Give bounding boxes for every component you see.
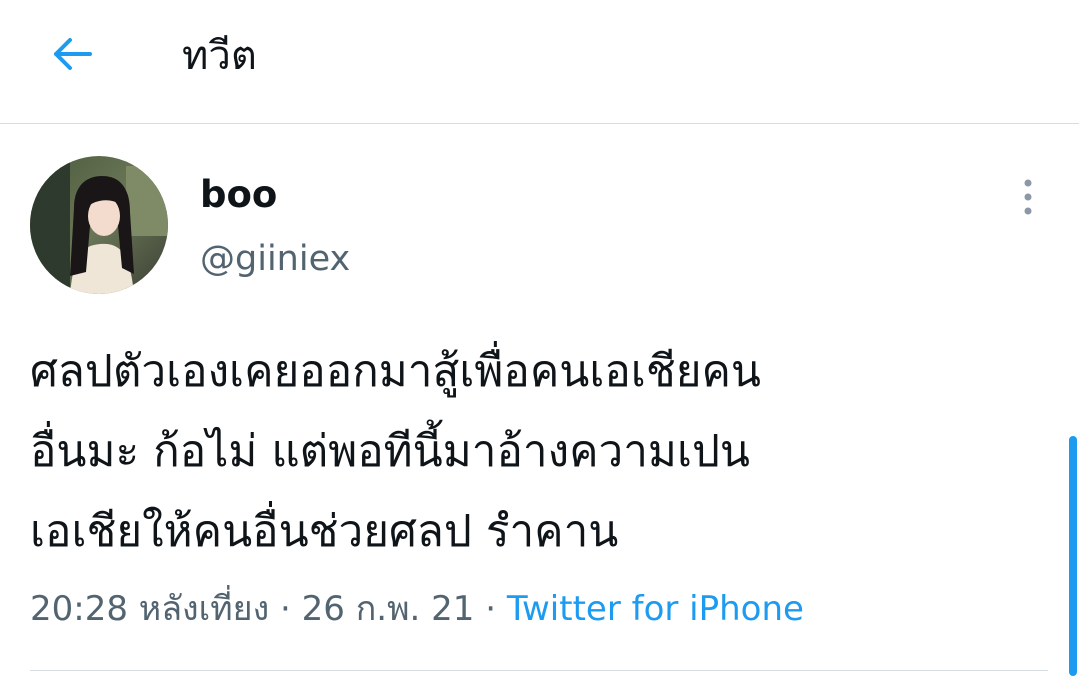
more-options-button[interactable] (1008, 172, 1048, 222)
tweet-text-line: อื่นมะ ก้อไม่ แต่พอทีนี้มาอ้างความเปน (30, 426, 750, 477)
scrollbar[interactable] (1069, 436, 1077, 676)
back-button[interactable] (40, 26, 104, 82)
avatar[interactable] (30, 156, 168, 294)
avatar-photo (30, 156, 168, 294)
author-handle[interactable]: @giiniex (200, 236, 350, 282)
tweet-text: ศลปตัวเองเคยออกมาสู้เพื่อคนเอเชียคน อื่น… (30, 332, 1040, 572)
tweet-time[interactable]: 20:28 หลังเที่ยง (30, 589, 269, 629)
arrow-left-icon (54, 38, 92, 70)
more-vertical-icon (1024, 179, 1032, 215)
page-title: ทวีต (182, 33, 257, 79)
tweet-text-line: ศลปตัวเองเคยออกมาสู้เพื่อคนเอเชียคน (30, 346, 762, 397)
tweet-source-link[interactable]: Twitter for iPhone (507, 589, 804, 629)
top-bar: ทวีต (0, 0, 1079, 124)
meta-separator: · (280, 589, 291, 629)
divider (30, 670, 1048, 671)
author-display-name[interactable]: boo (200, 172, 277, 218)
tweet-meta: 20:28 หลังเที่ยง · 26 ก.พ. 21 · Twitter … (30, 586, 804, 632)
tweet-date[interactable]: 26 ก.พ. 21 (302, 589, 475, 629)
tweet-text-line: เอเชียให้คนอื่นช่วยศลป รำคาน (30, 506, 619, 557)
meta-separator: · (485, 589, 497, 629)
